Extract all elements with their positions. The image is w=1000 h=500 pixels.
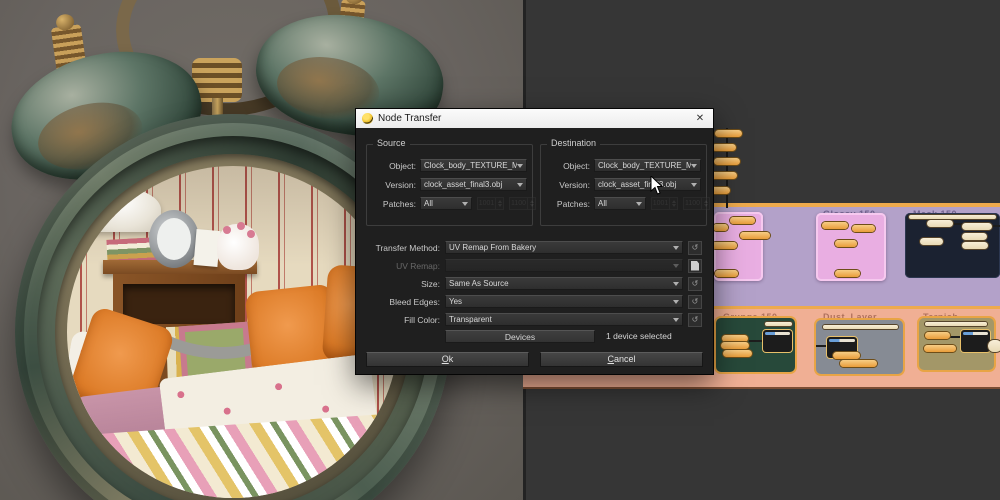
node-pill[interactable] [852,225,875,232]
cancel-button[interactable]: Cancel [540,352,703,367]
reset-icon[interactable]: ↺ [688,294,702,309]
bleed-edges-dropdown[interactable]: Yes [445,295,683,308]
fill-color-label: Fill Color: [404,314,440,325]
destination-version-dropdown[interactable]: clock_asset_final3.obj [594,178,701,191]
node-pill[interactable] [822,222,848,229]
chevron-down-icon [691,163,697,168]
node-pill[interactable] [835,270,860,277]
node-pill[interactable] [721,342,749,349]
node-wire [749,340,763,342]
version-label: Version: [559,179,590,190]
destination-object-dropdown[interactable]: Clock_body_TEXTURE_ME [594,159,701,172]
node-wire [726,128,728,208]
node-pill[interactable] [710,172,737,179]
devices-status: 1 device selected [606,331,672,341]
reset-icon[interactable]: ↺ [688,240,702,255]
chevron-down-icon [673,317,679,322]
version-label: Version: [385,179,416,190]
source-patch-from-spinner[interactable]: 1001 [477,197,504,210]
node-pill[interactable] [715,130,742,137]
node-pill[interactable] [723,350,752,357]
uv-remap-label: UV Remap: [396,260,440,271]
node-pill[interactable] [962,223,992,230]
fill-color-dropdown[interactable]: Transparent [445,313,683,326]
node-pill[interactable] [714,158,740,165]
room-lamp [81,188,161,232]
node-pill[interactable] [835,240,857,247]
destination-patches-dropdown[interactable]: All [594,197,646,210]
ok-button[interactable]: Ok [366,352,529,367]
node-pill[interactable] [765,322,792,326]
devices-button[interactable]: Devices [445,330,595,343]
object-label: Object: [389,160,416,171]
node-transfer-dialog: Node Transfer ✕ Source Object: Clock_bod… [355,108,714,375]
node-pill[interactable] [712,144,736,151]
transfer-method-label: Transfer Method: [375,242,440,253]
node-pill[interactable] [920,238,943,245]
app-logo-icon [362,113,373,124]
file-browse-icon[interactable] [688,258,702,273]
transfer-method-dropdown[interactable]: UV Remap From Bakery [445,241,683,254]
object-label: Object: [563,160,590,171]
node-pill[interactable] [927,220,953,227]
app-screen: Glossy 150 Mask 150 Grunge 150 Dust_Laye… [0,0,1000,500]
chevron-down-icon [673,263,679,268]
chevron-down-icon [462,201,468,206]
node-pill[interactable] [962,242,988,249]
destination-group: Destination Object: Clock_body_TEXTURE_M… [540,138,710,226]
source-object-dropdown[interactable]: Clock_body_TEXTURE_ME [420,159,527,172]
node-pill[interactable] [823,325,898,329]
destination-patch-from-spinner[interactable]: 1001 [651,197,678,210]
chevron-down-icon [517,182,523,187]
dialog-titlebar[interactable]: Node Transfer ✕ [356,109,713,128]
node-pill[interactable] [730,217,755,224]
source-version-dropdown[interactable]: clock_asset_final3.obj [420,178,527,191]
clock-room-scene [67,166,399,498]
chevron-down-icon [673,299,679,304]
node-pill[interactable] [924,345,956,352]
node-pill[interactable] [833,352,860,359]
size-label: Size: [421,278,440,289]
node-pill[interactable] [840,360,877,367]
source-patches-dropdown[interactable]: All [420,197,472,210]
mouse-cursor [650,176,664,195]
node-pill[interactable] [715,270,738,277]
node-pill[interactable] [925,332,950,339]
sub-node[interactable] [763,330,792,352]
chevron-down-icon [517,163,523,168]
uv-remap-dropdown[interactable] [445,259,683,272]
destination-patch-to-spinner[interactable]: 1100 [683,197,710,210]
patches-label: Patches: [556,198,590,209]
patches-label: Patches: [382,198,416,209]
chevron-down-icon [673,245,679,250]
node-pill[interactable] [722,335,748,342]
destination-legend: Destination [547,138,601,148]
dialog-title: Node Transfer [378,113,442,124]
node-pill[interactable] [988,340,1000,352]
node-pill[interactable] [740,232,770,239]
size-dropdown[interactable]: Same As Source [445,277,683,290]
source-legend: Source [373,138,410,148]
source-group: Source Object: Clock_body_TEXTURE_ME Ver… [366,138,536,226]
sub-node[interactable] [961,330,990,352]
node-pill[interactable] [712,242,737,249]
node-pill[interactable] [909,215,996,219]
reset-icon[interactable]: ↺ [688,312,702,327]
node-pill[interactable] [925,322,987,326]
room-table-clock [149,210,199,268]
chevron-down-icon [691,182,697,187]
close-icon[interactable]: ✕ [693,113,707,124]
source-patch-to-spinner[interactable]: 1100 [509,197,536,210]
chevron-down-icon [636,201,642,206]
bleed-edges-label: Bleed Edges: [389,296,440,307]
node-pill[interactable] [713,224,728,231]
chevron-down-icon [673,281,679,286]
node-pill[interactable] [962,233,987,240]
reset-icon[interactable]: ↺ [688,276,702,291]
